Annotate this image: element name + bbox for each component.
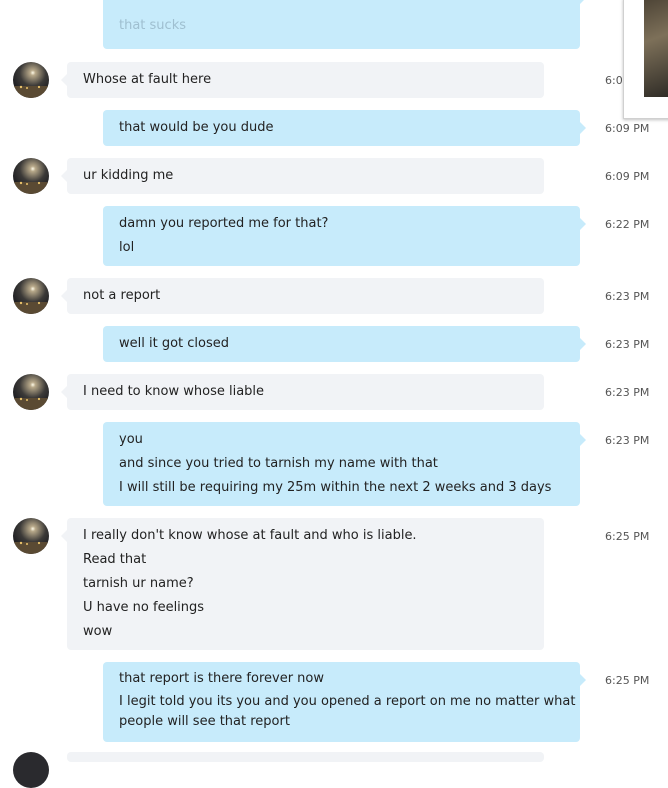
message-text: I legit told you its you and you opened … [119,694,576,709]
message-bubble-incoming[interactable]: I need to know whose liable [61,374,544,410]
contact-avatar[interactable] [13,158,49,194]
message-text: and since you tried to tarnish my name w… [119,456,438,471]
message-bubble-incoming[interactable]: I really don't know whose at fault and w… [61,518,544,650]
message-text: people will see that report [119,714,290,729]
message-text: U have no feelings [83,600,205,615]
avatar-image [13,158,49,194]
message-timestamp: 6:22 PM [605,218,650,231]
message-timestamp: 6:23 PM [605,290,650,303]
message-text: you [119,432,143,447]
contact-avatar[interactable] [13,518,49,554]
message-timestamp: 6:09 PM [605,170,650,183]
message-text: Whose at fault here [83,72,212,87]
message-bubble-outgoing[interactable]: damn you reported me for that? lol [103,206,586,266]
message-timestamp: 6:25 PM [605,530,650,543]
message-text: wow [83,624,113,639]
message-text: tarnish ur name? [83,576,194,591]
message-timestamp: 6:25 PM [605,674,650,687]
message-bubble-outgoing[interactable]: you and since you tried to tarnish my na… [103,422,586,506]
message-bubble-outgoing[interactable]: that would be you dude [103,110,586,146]
thumbnail-photo [644,0,668,97]
contact-avatar[interactable] [13,752,49,788]
message-timestamp: 6:23 PM [605,386,650,399]
message-text: that report is there forever now [119,671,324,686]
contact-avatar[interactable] [13,278,49,314]
avatar-image [13,518,49,554]
message-text: damn you reported me for that? [119,216,329,231]
message-text: that would be you dude [119,120,274,135]
contact-avatar[interactable] [13,374,49,410]
message-bubble-incoming[interactable]: Whose at fault here [61,62,544,98]
message-text: ur kidding me [83,168,174,183]
message-text: I really don't know whose at fault and w… [83,528,417,543]
message-bubble-outgoing[interactable]: well it got closed [103,326,586,362]
message-bubble-incoming[interactable]: ur kidding me [61,158,544,194]
message-text: not a report [83,288,161,303]
message-bubble-outgoing[interactable]: that sucks [103,0,586,49]
message-bubble-outgoing[interactable]: that report is there forever now I legit… [103,662,586,742]
message-text: I need to know whose liable [83,384,265,399]
message-text: well it got closed [119,336,229,351]
contact-avatar[interactable] [13,62,49,98]
message-text: Read that [83,552,147,567]
message-text: I will still be requiring my 25m within … [119,480,552,495]
message-text: lol [119,240,135,255]
message-bubble-incoming[interactable] [67,752,544,762]
message-bubble-incoming[interactable]: not a report [61,278,544,314]
message-timestamp: 6:23 PM [605,338,650,351]
avatar-image [13,374,49,410]
message-text: that sucks [119,18,186,33]
message-timestamp: 6:23 PM [605,434,650,447]
image-thumbnail[interactable] [623,0,668,119]
avatar-image [13,278,49,314]
message-timestamp: 6:09 PM [605,122,650,135]
avatar-image [13,62,49,98]
